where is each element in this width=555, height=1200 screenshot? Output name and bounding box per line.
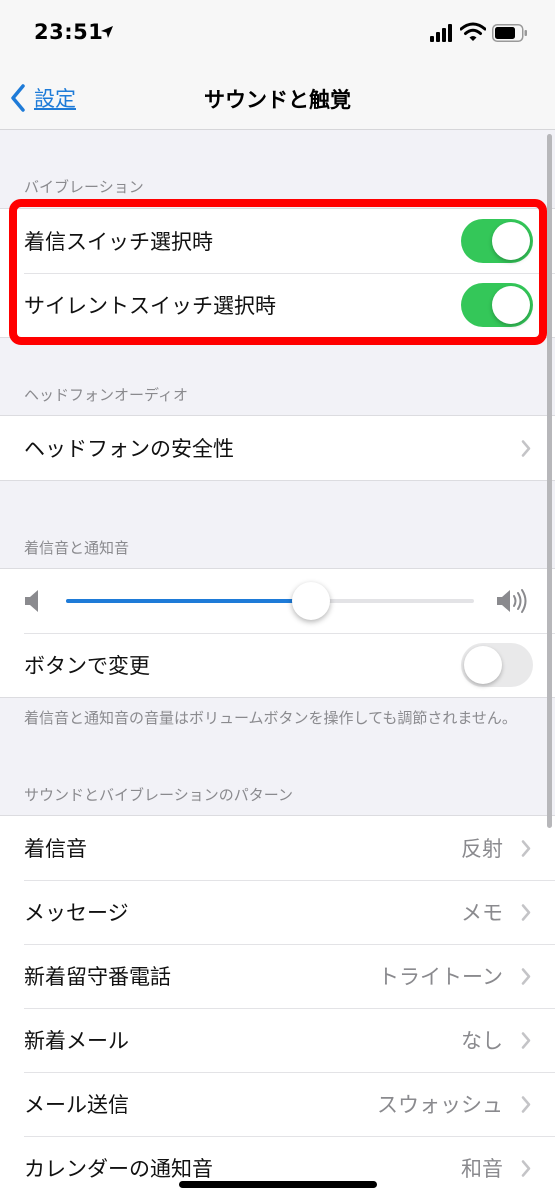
slider-fill (66, 599, 311, 603)
chevron-right-icon (521, 968, 531, 985)
section-header-ringer: 着信音と通知音 (24, 539, 130, 557)
ringer-footnote: 着信音と通知音の音量はボリュームボタンを操作しても調節されません。 (24, 709, 517, 727)
row-value: 反射 (461, 837, 503, 861)
slider-thumb[interactable] (291, 582, 330, 620)
row-label: ボタンで変更 (24, 654, 150, 678)
chevron-right-icon (521, 840, 531, 857)
ringer-group: ボタンで変更 (0, 568, 555, 698)
battery-icon (492, 24, 527, 42)
scroll-indicator[interactable] (547, 134, 552, 828)
pattern-row[interactable]: メール送信 スウォッシュ (0, 1072, 555, 1136)
row-label: ヘッドフォンの安全性 (24, 437, 234, 461)
section-header-headphone-audio: ヘッドフォンオーディオ (24, 386, 188, 404)
row-label: 着信音 (24, 837, 87, 861)
row-value: スウォッシュ (377, 1093, 503, 1117)
row-value: メモ (461, 901, 503, 925)
navigation-bar: 設定 サウンドと触覚 (0, 66, 555, 130)
toggle-knob (464, 646, 502, 684)
section-header-patterns: サウンドとバイブレーションのパターン (24, 786, 293, 804)
row-value: 和音 (461, 1157, 503, 1181)
pattern-row[interactable]: 着信音 反射 (0, 816, 555, 880)
row-label: 新着留守番電話 (24, 965, 171, 989)
headphone-audio-group: ヘッドフォンの安全性 (0, 415, 555, 481)
chevron-right-icon (521, 904, 531, 921)
chevron-right-icon (521, 1160, 531, 1177)
home-indicator[interactable] (179, 1181, 377, 1188)
status-bar: 23:51 (0, 0, 555, 66)
change-with-buttons-row: ボタンで変更 (0, 633, 555, 697)
pattern-row[interactable]: 新着留守番電話 トライトーン (0, 944, 555, 1008)
pattern-row[interactable]: メッセージ メモ (0, 880, 555, 944)
row-value: トライトーン (378, 965, 503, 989)
section-header-vibration: バイブレーション (24, 178, 144, 196)
wifi-icon (460, 22, 486, 41)
row-value: なし (461, 1029, 503, 1053)
ringer-volume-row (0, 569, 555, 633)
chevron-right-icon (521, 440, 531, 457)
pattern-row[interactable]: 新着メール なし (0, 1008, 555, 1072)
highlight-annotation (9, 199, 547, 345)
location-arrow-icon (101, 26, 113, 38)
pattern-row[interactable]: カレンダーの通知音 和音 (0, 1136, 555, 1200)
speaker-high-icon (497, 589, 527, 613)
row-label: 新着メール (24, 1029, 129, 1053)
chevron-right-icon (521, 1032, 531, 1049)
ringer-volume-slider[interactable] (66, 582, 474, 620)
status-time: 23:51 (34, 20, 104, 44)
speaker-low-icon (25, 590, 38, 612)
change-with-buttons-toggle[interactable] (461, 643, 533, 687)
cellular-signal-icon (430, 24, 452, 42)
patterns-group: 着信音 反射メッセージ メモ新着留守番電話 トライトーン新着メール なしメール送信 スウォ… (0, 815, 555, 1200)
row-label: メッセージ (24, 901, 129, 925)
page-title: サウンドと触覚 (204, 88, 351, 112)
row-label: メール送信 (24, 1093, 129, 1117)
headphone-safety-row[interactable]: ヘッドフォンの安全性 (0, 416, 555, 480)
row-label: カレンダーの通知音 (24, 1157, 213, 1181)
chevron-right-icon (521, 1096, 531, 1113)
